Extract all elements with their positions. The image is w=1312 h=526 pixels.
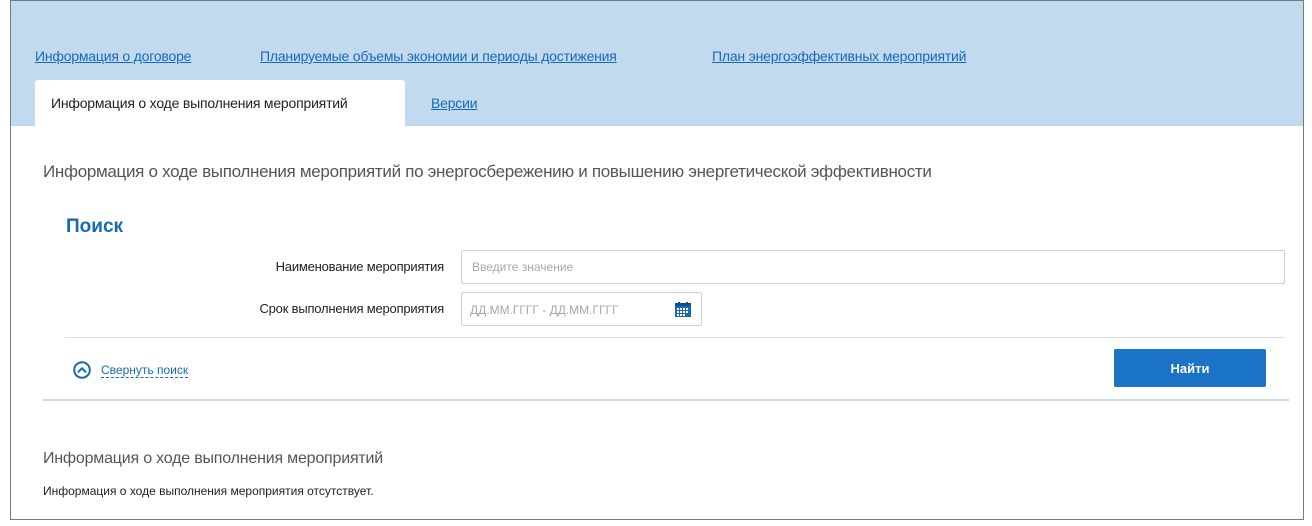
tab-contract-info[interactable]: Информация о договоре xyxy=(35,48,191,64)
content-frame: Информация о договоре Планируемые объемы… xyxy=(10,0,1304,520)
collapse-search-link[interactable]: Свернуть поиск xyxy=(101,363,189,378)
event-name-input[interactable] xyxy=(461,250,1285,284)
tab-progress-info-label: Информация о ходе выполнения мероприятий xyxy=(51,95,348,111)
event-name-label: Наименование мероприятия xyxy=(275,259,445,274)
tab-bar: Информация о договоре Планируемые объемы… xyxy=(11,1,1303,126)
event-date-label: Срок выполнения мероприятия xyxy=(259,301,444,316)
tab-progress-info[interactable]: Информация о ходе выполнения мероприятий xyxy=(35,80,405,126)
search-divider xyxy=(65,337,1285,338)
chevron-up-circle-icon[interactable] xyxy=(73,361,91,379)
empty-state-text: Информация о ходе выполнения мероприятия… xyxy=(43,484,374,498)
search-panel-border xyxy=(43,399,1289,401)
find-button[interactable]: Найти xyxy=(1114,349,1266,387)
progress-info-heading: Информация о ходе выполнения мероприятий xyxy=(43,450,384,467)
calendar-icon[interactable] xyxy=(675,302,691,317)
tab-efficiency-plan[interactable]: План энергоэффективных мероприятий xyxy=(712,48,966,64)
date-range-input[interactable]: ДД.ММ.ГГГГ - ДД.ММ.ГГГГ xyxy=(461,292,702,326)
tab-planned-savings[interactable]: Планируемые объемы экономии и периоды до… xyxy=(260,48,617,64)
page-title: Информация о ходе выполнения мероприятий… xyxy=(43,162,932,181)
date-range-placeholder: ДД.ММ.ГГГГ - ДД.ММ.ГГГГ xyxy=(470,303,619,317)
tab-versions[interactable]: Версии xyxy=(431,95,478,111)
search-heading: Поиск xyxy=(66,216,124,237)
